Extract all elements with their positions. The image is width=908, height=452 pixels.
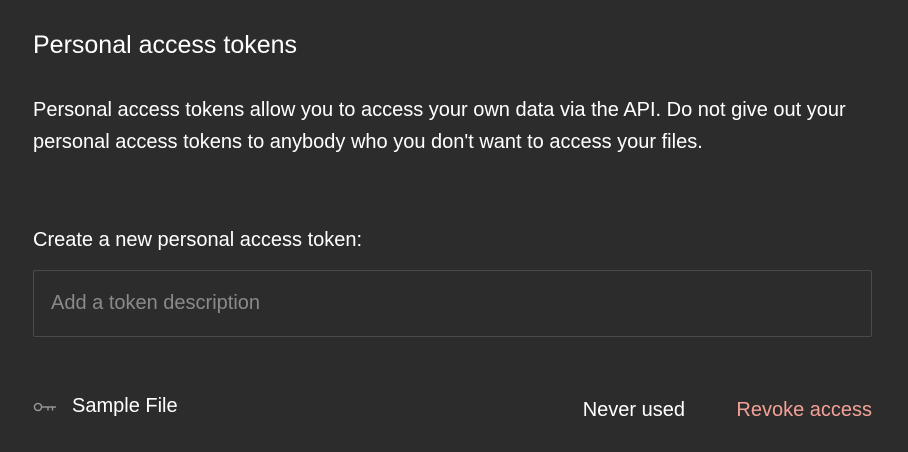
revoke-access-link[interactable]: Revoke access — [736, 396, 872, 424]
create-token-label: Create a new personal access token: — [33, 229, 363, 251]
token-row: Sample File Never used Revoke access — [33, 390, 872, 426]
token-status: Never used — [582, 399, 685, 421]
section-description: Personal access tokens allow you to acce… — [33, 99, 846, 153]
personal-access-tokens-panel: Personal access tokens Personal access t… — [0, 0, 908, 452]
section-title: Personal access tokens — [33, 31, 298, 59]
token-name: Sample File — [72, 395, 178, 417]
key-icon — [33, 399, 57, 415]
token-description-input[interactable] — [33, 270, 872, 337]
